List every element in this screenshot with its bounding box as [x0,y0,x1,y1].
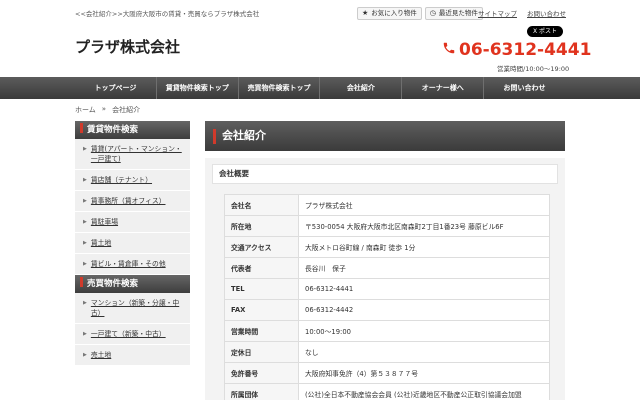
nav-contact[interactable]: お問い合わせ [483,77,565,99]
rent-search-heading: 賃貸物件検索 [75,121,190,139]
sidebar-item-rent-building[interactable]: ▶ 賃ビル・賃倉庫・その他 [75,254,190,275]
arrow-icon: ▶ [83,331,87,337]
sidebar: 賃貸物件検索 ▶ 賃貸(アパート・マンション・一戸建て) ▶ 賃店舗（テナント） ▶… [75,121,190,366]
sidebar-item-sale-house[interactable]: ▶ 一戸建て（新築・中古） [75,324,190,345]
row-value: (公社)全日本不動産協会会員 (公社)近畿地区不動産公正取引協議会加盟 [298,383,550,400]
nav-rent-search[interactable]: 賃貸物件検索トップ [155,77,238,99]
star-icon: ★ [362,9,369,17]
rent-search-list: ▶ 賃貸(アパート・マンション・一戸建て) ▶ 賃店舗（テナント） ▶ 賃事務所（賃オ… [75,139,190,275]
favorites-label: お気に入り物件 [371,9,417,17]
sale-search-heading: 売買物件検索 [75,275,190,293]
global-nav: トップページ 賃貸物件検索トップ 売買物件検索トップ 会社紹介 オーナー様へ お… [0,77,640,99]
row-value: プラザ株式会社 [298,194,550,216]
table-row: 交通アクセス 大阪メトロ谷町線 / 南森町 徒歩 1分 [224,236,550,258]
row-key: TEL [224,278,299,300]
nav-owner[interactable]: オーナー様へ [401,77,483,99]
breadcrumb-current: 会社紹介 [112,106,141,114]
table-row: 免許番号 大阪府知事免許（4）第５３８７７号 [224,362,550,384]
sidebar-item-rent-store[interactable]: ▶ 賃店舗（テナント） [75,170,190,191]
table-row: 営業時間 10:00～19:00 [224,320,550,342]
table-row: TEL 06-6312-4441 [224,278,550,300]
row-value: 06-6312-4442 [298,299,550,321]
breadcrumb-separator: » [101,105,107,113]
nav-sale-search[interactable]: 売買物件検索トップ [237,77,320,99]
favorites-bar: ★ お気に入り物件 ◷ 最近見た物件 [357,7,483,20]
section-title: 会社概要 [212,164,558,184]
company-overview-box: 会社概要 会社名 プラザ株式会社 所在地 〒530-0054 大阪府大阪市北区南森町2… [205,158,565,400]
x-post-button[interactable]: X ポスト [527,26,563,37]
row-value: 10:00～19:00 [298,320,550,342]
row-value: 〒530-0054 大阪府大阪市北区南森町2丁目1番23号 藤原ビル6F [298,215,550,237]
arrow-icon: ▶ [83,261,87,267]
nav-top[interactable]: トップページ [75,77,156,99]
table-row: 所在地 〒530-0054 大阪府大阪市北区南森町2丁目1番23号 藤原ビル6F [224,215,550,237]
row-key: 会社名 [224,194,299,216]
table-row: 会社名 プラザ株式会社 [224,194,550,216]
arrow-icon: ▶ [83,240,87,246]
breadcrumb: ホーム » 会社紹介 [75,105,140,115]
table-row: 代表者 長谷川 保子 [224,257,550,279]
row-value: 長谷川 保子 [298,257,550,279]
sidebar-item-rent-parking[interactable]: ▶ 賃駐車場 [75,212,190,233]
row-value: 大阪メトロ谷町線 / 南森町 徒歩 1分 [298,236,550,258]
company-info-table: 会社名 プラザ株式会社 所在地 〒530-0054 大阪府大阪市北区南森町2丁目1番2… [224,194,550,400]
arrow-icon: ▶ [83,177,87,183]
sidebar-item-rent-land[interactable]: ▶ 賃土地 [75,233,190,254]
clock-icon: ◷ [429,9,436,17]
table-row: 所属団体 (公社)全日本不動産協会会員 (公社)近畿地区不動産公正取引協議会加盟 [224,383,550,400]
sidebar-item-sale-mansion[interactable]: ▶ マンション（新築・分譲・中古） [75,293,190,324]
page-title: 会社紹介 [205,121,565,151]
row-value: なし [298,341,550,363]
phone-icon [442,40,456,60]
breadcrumb-top: <<会社紹介>>大阪府大阪市の賃貸・売買ならプラザ株式会社 [75,10,260,18]
main-content: 会社紹介 会社概要 会社名 プラザ株式会社 所在地 〒530-0054 大阪府大阪市北… [205,121,565,400]
row-key: 営業時間 [224,320,299,342]
table-row: FAX 06-6312-4442 [224,299,550,321]
arrow-icon: ▶ [83,198,87,204]
row-key: 交通アクセス [224,236,299,258]
favorites-button[interactable]: ★ お気に入り物件 [357,7,422,20]
arrow-icon: ▶ [83,300,87,306]
row-key: FAX [224,299,299,321]
row-value: 06-6312-4441 [298,278,550,300]
sidebar-item-sale-land[interactable]: ▶ 売土地 [75,345,190,366]
breadcrumb-home[interactable]: ホーム [75,105,96,115]
phone-number: 06-6312-4441 [442,40,591,60]
phone-text: 06-6312-4441 [459,40,592,60]
row-key: 定休日 [224,341,299,363]
sidebar-item-rent-office[interactable]: ▶ 賃事務所（賃オフィス） [75,191,190,212]
business-hours: 営業時間/10:00～19:00 [497,65,570,73]
row-key: 免許番号 [224,362,299,384]
sidebar-item-rent-residential[interactable]: ▶ 賃貸(アパート・マンション・一戸建て) [75,139,190,170]
arrow-icon: ▶ [83,352,87,358]
recent-label: 最近見た物件 [438,9,478,17]
row-value: 大阪府知事免許（4）第５３８７７号 [298,362,550,384]
sale-search-list: ▶ マンション（新築・分譲・中古） ▶ 一戸建て（新築・中古） ▶ 売土地 [75,293,190,366]
recent-button[interactable]: ◷ 最近見た物件 [424,7,483,20]
sitemap-link[interactable]: サイトマップ [478,8,517,18]
row-key: 所属団体 [224,383,299,400]
row-key: 所在地 [224,215,299,237]
company-logo[interactable]: プラザ株式会社 [75,36,180,57]
table-row: 定休日 なし [224,341,550,363]
arrow-icon: ▶ [83,146,87,152]
arrow-icon: ▶ [83,219,87,225]
nav-company[interactable]: 会社紹介 [319,77,401,99]
contact-top-link[interactable]: お問い合わせ [527,8,566,18]
row-key: 代表者 [224,257,299,279]
top-links: サイトマップ お問い合わせ [478,8,566,18]
